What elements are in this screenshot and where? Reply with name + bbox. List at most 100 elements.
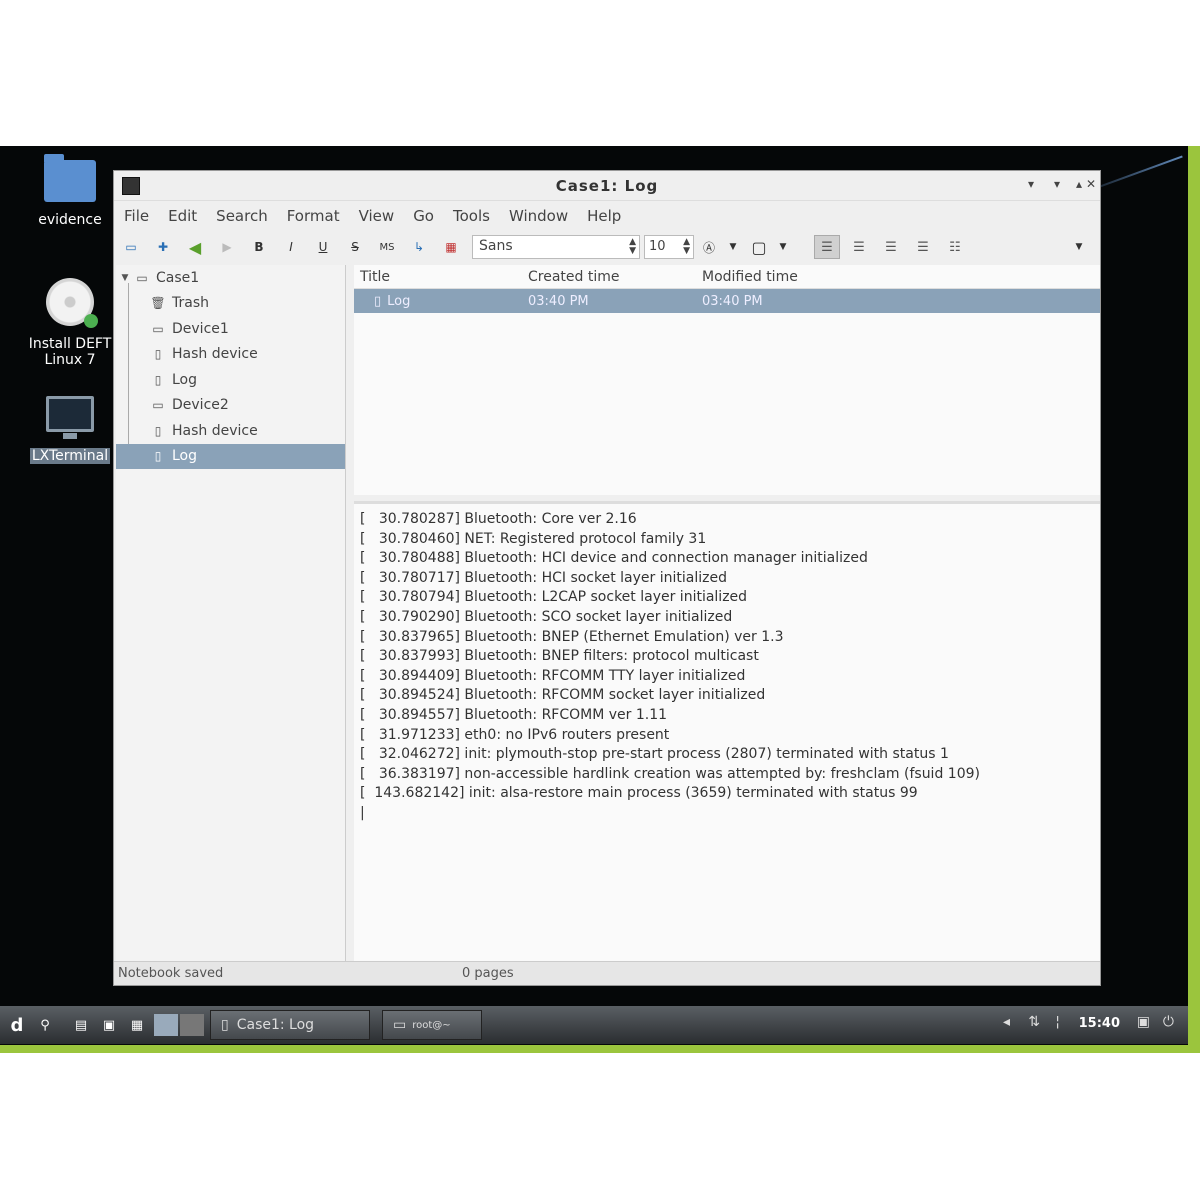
background-color-icon[interactable]: ▢ [748,236,770,258]
maximize-icon[interactable]: ▴ [1076,177,1082,191]
volume-icon[interactable]: ◂ [1003,1014,1010,1030]
image-icon[interactable]: ▦ [440,236,462,258]
log-line: [ 30.780794] Bluetooth: L2CAP socket lay… [360,589,748,606]
screenshot-icon[interactable]: ▣ [1137,1014,1150,1030]
column-modified[interactable]: Modified time [702,269,882,285]
folder-icon [44,154,96,202]
note-modified: 03:40 PM [702,293,763,309]
log-line: [ 36.383197] non-accessible hardlink cre… [360,765,980,782]
power-icon[interactable]: ⏻ [1163,1014,1174,1030]
tree-item-case1[interactable]: ▼ ▭ Case1 [116,265,345,291]
font-size-combo[interactable]: 10 ▲ ▼ [644,235,694,259]
back-icon[interactable]: ◀ [184,236,206,258]
log-line: [ 30.780287] Bluetooth: Core ver 2.16 [360,511,637,527]
desktop-icon-evidence[interactable]: evidence [20,154,120,228]
tree-item-log[interactable]: ▯ Log [116,367,345,393]
network-icon[interactable]: ⇅ [1028,1014,1040,1030]
note-editor[interactable]: [ 30.780287] Bluetooth: Core ver 2.16 [ … [354,501,1100,961]
status-message: Notebook saved [118,966,224,981]
menu-edit[interactable]: Edit [168,207,197,225]
menu-help[interactable]: Help [587,207,621,225]
menu-format[interactable]: Format [287,207,340,225]
taskbar: d ⚲ ▤ ▣ ▦ ▯ Case1: Log ▭ root@~ ◂ ⇅ ¦ 15:4… [0,1006,1188,1044]
page-icon: ▯ [154,423,162,438]
forward-icon[interactable]: ▶ [216,236,238,258]
minimize-icon[interactable]: ▾ [1054,177,1060,191]
bullet-list-icon[interactable]: ☷ [942,235,968,259]
new-note-icon[interactable]: ✚ [152,236,174,258]
page-icon: ▯ [154,449,162,464]
tree-item-device2[interactable]: ▭ Device2 [116,393,345,419]
show-desktop-icon[interactable]: ▦ [126,1014,148,1036]
align-center-icon[interactable]: ☰ [846,235,872,259]
italic-icon[interactable]: I [280,236,302,258]
column-created[interactable]: Created time [528,269,702,285]
font-family-value: Sans [479,238,513,254]
toolbar: ▭ ✚ ◀ ▶ B I U S MS ↳ ▦ Sans ▲ ▼ 10 ▲ ▼ Ⓐ ▼… [114,231,1100,263]
menu-window[interactable]: Window [509,207,568,225]
note-list: Title Created time Modified time ▯ Log 03… [354,265,1100,495]
page-icon: ▯ [374,293,382,309]
log-line: [ 30.894524] Bluetooth: RFCOMM socket la… [360,687,766,704]
menu-tools[interactable]: Tools [453,207,490,225]
font-color-icon[interactable]: Ⓐ [698,236,720,258]
menu-file[interactable]: File [124,207,149,225]
close-icon[interactable]: ✕ [1086,177,1096,191]
desktop-icon-install[interactable]: Install DEFT Linux 7 [20,278,120,368]
tree-item-device1[interactable]: ▭ Device1 [116,316,345,342]
column-title[interactable]: Title [354,269,528,285]
monospace-icon[interactable]: MS [376,236,398,258]
workspace-1[interactable] [154,1014,178,1036]
trash-icon: 🗑 [150,296,166,311]
task-label: root@~ [412,1019,451,1031]
menu-search[interactable]: Search [216,207,268,225]
page-icon: ▯ [154,347,162,362]
notebook-icon: ▭ [136,270,148,285]
taskbar-task-terminal[interactable]: ▭ root@~ [382,1010,482,1040]
tree-item-label: Device2 [172,397,229,414]
font-color-dropdown-icon[interactable]: ▼ [722,236,744,258]
workspace-2[interactable] [180,1014,204,1036]
log-line: [ 32.046272] init: plymouth-stop pre-sta… [360,746,949,763]
cd-icon [46,278,98,328]
font-size-value: 10 [649,239,666,254]
strikethrough-icon[interactable]: S [344,236,366,258]
window-menu-icon[interactable]: ▾ [1028,177,1034,191]
tree-item-label: Hash device [172,346,258,363]
note-created: 03:40 PM [528,293,589,309]
align-left-icon[interactable]: ☰ [814,235,840,259]
tree-item-hash-device[interactable]: ▯ Hash device [116,418,345,444]
taskbar-task-case1[interactable]: ▯ Case1: Log [210,1010,370,1040]
tree-item-trash[interactable]: 🗑 Trash [116,291,345,317]
file-manager-icon[interactable]: ▤ [70,1014,92,1036]
log-line: [ 30.790290] Bluetooth: SCO socket layer… [360,608,733,625]
underline-icon[interactable]: U [312,236,334,258]
menu-go[interactable]: Go [413,207,434,225]
screen-border-bottom [0,1045,1200,1053]
log-line: [ 30.780488] Bluetooth: HCI device and c… [360,550,868,567]
titlebar[interactable]: Case1: Log ▾ ▾ ▴ ✕ [114,171,1100,201]
clock[interactable]: 15:40 [1079,1016,1120,1031]
link-icon[interactable]: ↳ [408,236,430,258]
new-folder-icon[interactable]: ▭ [120,236,142,258]
note-list-row[interactable]: ▯ Log 03:40 PM 03:40 PM [354,289,1100,313]
background-color-dropdown-icon[interactable]: ▼ [772,236,794,258]
menu-view[interactable]: View [359,207,395,225]
align-right-icon[interactable]: ☰ [878,235,904,259]
statusbar: Notebook saved 0 pages [114,961,1100,985]
desktop-icon-lxterminal[interactable]: LXTerminal [20,396,120,464]
expand-arrow-icon[interactable]: ▼ [120,273,130,283]
start-menu-icon[interactable]: d [6,1014,28,1036]
search-icon[interactable]: ⚲ [34,1014,56,1036]
align-justify-icon[interactable]: ☰ [910,235,936,259]
font-family-combo[interactable]: Sans ▲ ▼ [472,235,640,259]
tree-item-label: Hash device [172,422,258,439]
toolbar-overflow-icon[interactable]: ▼ [1068,236,1090,258]
tree-item-hash-device[interactable]: ▯ Hash device [116,342,345,368]
bold-icon[interactable]: B [248,236,270,258]
tree-item-log-selected[interactable]: ▯ Log [116,443,345,469]
desktop-icon-label: Install DEFT Linux 7 [28,336,112,368]
terminal-launcher-icon[interactable]: ▣ [98,1014,120,1036]
menubar: File Edit Search Format View Go Tools Wi… [114,201,1100,231]
log-line: [ 30.780460] NET: Registered protocol fa… [360,530,707,547]
